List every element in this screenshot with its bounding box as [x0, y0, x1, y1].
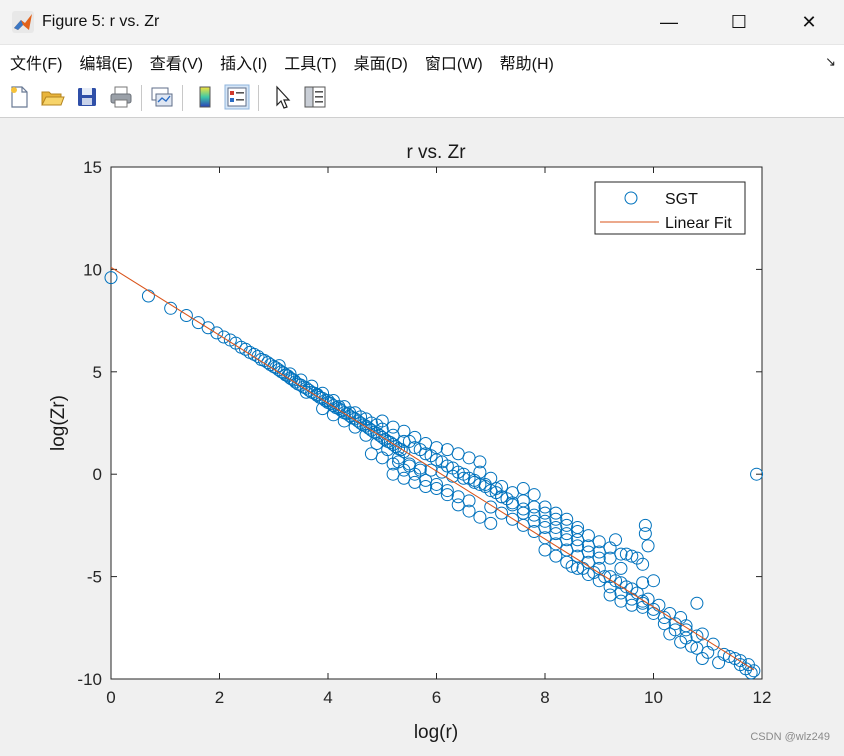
new-figure-icon[interactable] — [6, 84, 32, 110]
menu-view[interactable]: 查看(V) — [150, 50, 203, 74]
menu-bar: 文件(F) 编辑(E) 查看(V) 插入(I) 工具(T) 桌面(D) 窗口(W… — [0, 44, 844, 80]
minimize-button[interactable]: — — [634, 0, 704, 44]
link-plot-icon[interactable] — [149, 84, 175, 110]
legend-label-fit: Linear Fit — [665, 215, 732, 232]
toolbar-separator — [141, 85, 142, 111]
y-tick-label: 15 — [83, 158, 102, 177]
minimize-icon: — — [660, 11, 678, 32]
matlab-logo-icon — [12, 11, 34, 33]
menu-tools[interactable]: 工具(T) — [284, 50, 336, 74]
menu-desktop[interactable]: 桌面(D) — [354, 50, 408, 74]
colorbar-icon[interactable] — [192, 84, 218, 110]
x-tick-label: 10 — [644, 688, 663, 707]
open-file-icon[interactable] — [39, 84, 65, 110]
figure-canvas: r vs. Zr log(r) log(Zr) 0 2 4 6 8 10 12 -10 -5 0 5… — [0, 118, 844, 751]
x-tick-label: 8 — [540, 688, 549, 707]
watermark: CSDN @wlz249 — [750, 731, 830, 743]
x-axis-label: log(r) — [414, 722, 458, 743]
close-icon: ✕ — [801, 11, 817, 32]
menu-help[interactable]: 帮助(H) — [500, 50, 554, 74]
y-tick-label: -10 — [77, 670, 102, 689]
scatter-chart[interactable]: r vs. Zr log(r) log(Zr) 0 2 4 6 8 10 12 -10 -5 0 5… — [0, 118, 844, 751]
property-inspector-icon[interactable] — [302, 84, 328, 110]
menu-insert[interactable]: 插入(I) — [220, 50, 267, 74]
window-controls: — ☐ ✕ — [634, 0, 844, 44]
chart-title: r vs. Zr — [406, 142, 466, 163]
dock-arrow-icon[interactable]: ↘ — [825, 54, 836, 70]
save-icon[interactable] — [74, 84, 100, 110]
y-tick-label: 5 — [93, 363, 102, 382]
x-tick-label: 6 — [432, 688, 441, 707]
y-tick-label: -5 — [87, 568, 102, 587]
window-title: Figure 5: r vs. Zr — [42, 13, 160, 30]
toolbar-separator — [182, 85, 183, 111]
print-icon[interactable] — [108, 84, 134, 110]
x-tick-label: 4 — [323, 688, 332, 707]
window-titlebar: Figure 5: r vs. Zr — ☐ ✕ — [0, 0, 844, 44]
figure-toolbar — [0, 79, 844, 118]
y-tick-label: 0 — [93, 465, 102, 484]
maximize-icon: ☐ — [730, 11, 748, 32]
close-button[interactable]: ✕ — [774, 0, 844, 44]
x-tick-label: 12 — [753, 688, 772, 707]
toolbar-separator — [258, 85, 259, 111]
x-tick-label: 0 — [106, 688, 115, 707]
maximize-button[interactable]: ☐ — [704, 0, 774, 44]
menu-file[interactable]: 文件(F) — [10, 50, 62, 74]
menu-window[interactable]: 窗口(W) — [425, 50, 483, 74]
legend-label-sgt: SGT — [665, 191, 698, 208]
pointer-icon[interactable] — [270, 84, 296, 110]
x-tick-label: 2 — [215, 688, 224, 707]
legend[interactable]: SGT Linear Fit — [594, 181, 746, 235]
y-axis-label: log(Zr) — [48, 395, 69, 451]
y-tick-label: 10 — [83, 260, 102, 279]
menu-edit[interactable]: 编辑(E) — [79, 50, 132, 74]
legend-icon[interactable] — [224, 84, 250, 110]
